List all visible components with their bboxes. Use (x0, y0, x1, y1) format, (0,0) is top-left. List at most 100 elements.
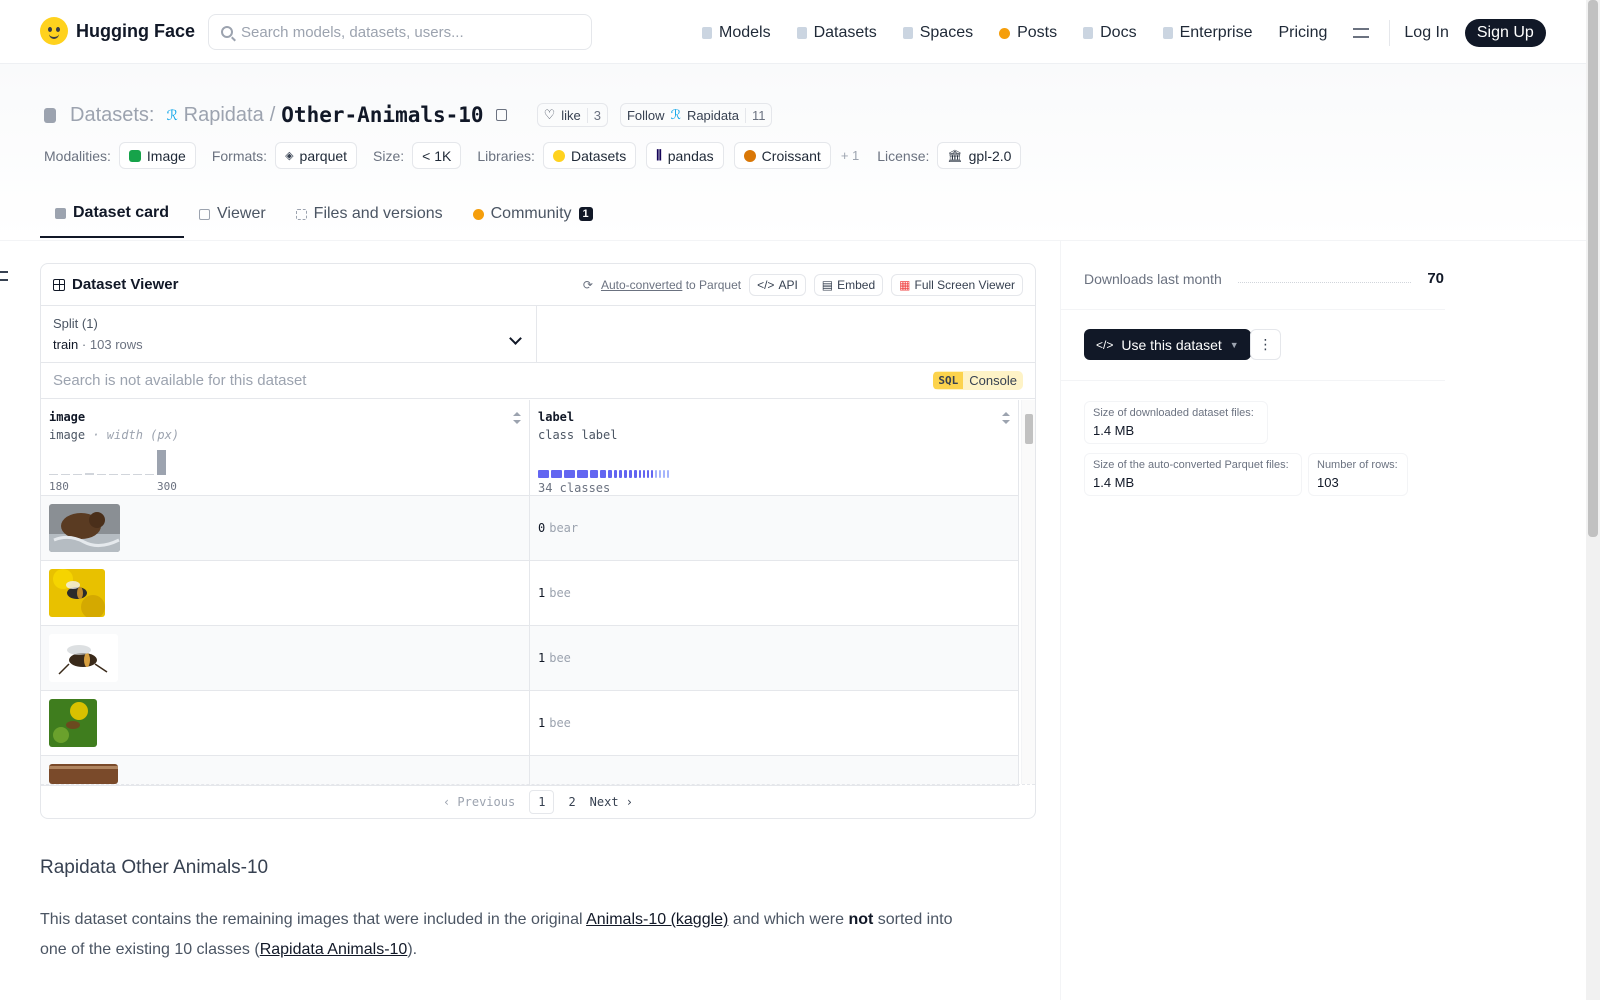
class-segment[interactable] (655, 470, 657, 478)
tab-files[interactable]: Files and versions (281, 196, 458, 238)
image-cell[interactable] (41, 496, 530, 560)
copy-icon[interactable] (495, 109, 507, 121)
page-scroll-thumb[interactable] (1588, 0, 1598, 537)
hist-bar[interactable] (85, 473, 94, 475)
auto-converted-link[interactable]: Auto-converted to Parquet (601, 278, 741, 292)
bee-thumbnail[interactable] (49, 634, 118, 682)
class-segment[interactable] (600, 470, 606, 478)
table-scroll-thumb[interactable] (1025, 414, 1033, 444)
class-segment[interactable] (551, 470, 562, 478)
image-cell[interactable] (41, 561, 530, 625)
table-row[interactable]: 1 bee (41, 626, 1019, 691)
auto-converted-text[interactable]: Auto-converted (601, 278, 682, 292)
org-link[interactable]: Rapidata (184, 104, 264, 127)
bear-thumbnail[interactable] (49, 504, 120, 552)
hist-bar[interactable] (121, 474, 130, 475)
class-segment[interactable] (639, 470, 641, 478)
next-page-button[interactable]: Next › (590, 795, 633, 809)
api-button[interactable]: </> API (749, 273, 806, 296)
tab-community[interactable]: Community 1 (458, 196, 608, 238)
nav-datasets[interactable]: Datasets (796, 24, 877, 42)
hist-bar[interactable] (145, 474, 154, 475)
section-link[interactable]: Datasets: (70, 104, 154, 127)
dataset-name[interactable]: Other-Animals-10 (281, 103, 483, 127)
class-segment[interactable] (659, 470, 661, 478)
sort-icon[interactable] (1002, 412, 1010, 424)
tag-pandas[interactable]: ⫼ pandas (646, 142, 724, 169)
tag-license[interactable]: 🏛 gpl-2.0 (937, 142, 1022, 169)
tab-viewer[interactable]: Viewer (184, 196, 281, 238)
sql-console-button[interactable]: SQL Console (933, 371, 1023, 390)
rapidata-animals-link[interactable]: Rapidata Animals-10 (260, 941, 408, 958)
image-cell[interactable] (41, 756, 530, 785)
table-row[interactable] (41, 756, 1019, 786)
class-segment[interactable] (629, 470, 632, 478)
tag-parquet[interactable]: ◈ parquet (275, 142, 358, 169)
class-segment[interactable] (538, 470, 549, 478)
search-input[interactable]: Search models, datasets, users... (208, 14, 592, 50)
table-row[interactable]: 0 bear (41, 496, 1019, 561)
page-2-button[interactable]: 2 (568, 795, 575, 809)
embed-button[interactable]: ▤ Embed (813, 273, 884, 296)
hist-bar[interactable] (49, 474, 58, 475)
image-cell[interactable] (41, 626, 530, 690)
nav-spaces[interactable]: Spaces (902, 24, 973, 42)
page-1-button[interactable]: 1 (529, 789, 555, 814)
table-row[interactable]: 1 bee (41, 561, 1019, 626)
bee-thumbnail[interactable] (49, 699, 97, 747)
previous-page-button[interactable]: ‹ Previous (443, 795, 515, 809)
label-cell[interactable]: 1 bee (530, 561, 1019, 625)
class-segment[interactable] (608, 470, 612, 478)
nav-pricing[interactable]: Pricing (1278, 24, 1327, 42)
hist-bar[interactable] (109, 474, 118, 475)
class-segment[interactable] (663, 470, 665, 478)
label-cell[interactable] (530, 756, 1019, 785)
label-cell[interactable]: 1 bee (530, 691, 1019, 755)
tab-dataset-card[interactable]: Dataset card (40, 196, 185, 238)
signup-button[interactable]: Sign Up (1464, 19, 1546, 47)
login-link[interactable]: Log In (1404, 24, 1448, 42)
more-options-icon[interactable]: ⋮ (1250, 329, 1281, 360)
hist-bar[interactable] (61, 474, 70, 475)
hist-bar[interactable] (73, 474, 82, 475)
nav-posts[interactable]: Posts (999, 24, 1057, 42)
class-segment[interactable] (619, 470, 622, 478)
nav-enterprise[interactable]: Enterprise (1162, 24, 1252, 42)
hist-bar[interactable] (157, 450, 166, 475)
sidebar-toggle-icon[interactable] (0, 271, 8, 281)
class-segment[interactable] (667, 470, 669, 478)
class-segment[interactable] (647, 470, 649, 478)
table-scrollbar[interactable] (1021, 400, 1035, 784)
hist-bar[interactable] (97, 474, 106, 475)
label-cell[interactable]: 0 bear (530, 496, 1019, 560)
class-segment[interactable] (643, 470, 645, 478)
column-image[interactable]: image image · width (px) 180 300 (41, 400, 530, 495)
table-row[interactable]: 1 bee (41, 691, 1019, 756)
use-this-dataset-button[interactable]: </> Use this dataset ▼ (1084, 329, 1251, 360)
class-segment[interactable] (614, 470, 617, 478)
page-scrollbar[interactable] (1586, 0, 1600, 1000)
class-segment[interactable] (564, 470, 575, 478)
column-label[interactable]: label class label 34 classes (530, 400, 1019, 495)
partial-thumbnail[interactable] (49, 764, 118, 784)
hist-bar[interactable] (133, 474, 142, 475)
tag-croissant[interactable]: Croissant (733, 142, 831, 169)
like-button[interactable]: ♡ like 3 (536, 103, 608, 127)
tag-datasets-lib[interactable]: Datasets (542, 142, 637, 169)
kaggle-link[interactable]: Animals-10 (kaggle) (586, 911, 728, 928)
class-segment[interactable] (634, 470, 637, 478)
class-segment[interactable] (577, 470, 588, 478)
class-segment[interactable] (651, 470, 653, 478)
label-cell[interactable]: 1 bee (530, 626, 1019, 690)
tag-size[interactable]: < 1K (412, 142, 462, 169)
class-segment[interactable] (590, 470, 598, 478)
split-selector[interactable]: Split (1) train · 103 rows (41, 306, 537, 362)
hf-logo[interactable]: Hugging Face (40, 17, 195, 45)
follow-button[interactable]: Follow ℛ Rapidata 11 (619, 103, 773, 127)
tag-image[interactable]: Image (118, 142, 196, 169)
nav-docs[interactable]: Docs (1083, 24, 1137, 42)
more-menu-icon[interactable] (1353, 28, 1370, 38)
fullscreen-button[interactable]: ▦ Full Screen Viewer (891, 273, 1023, 296)
class-segment[interactable] (624, 470, 627, 478)
nav-models[interactable]: Models (702, 24, 771, 42)
